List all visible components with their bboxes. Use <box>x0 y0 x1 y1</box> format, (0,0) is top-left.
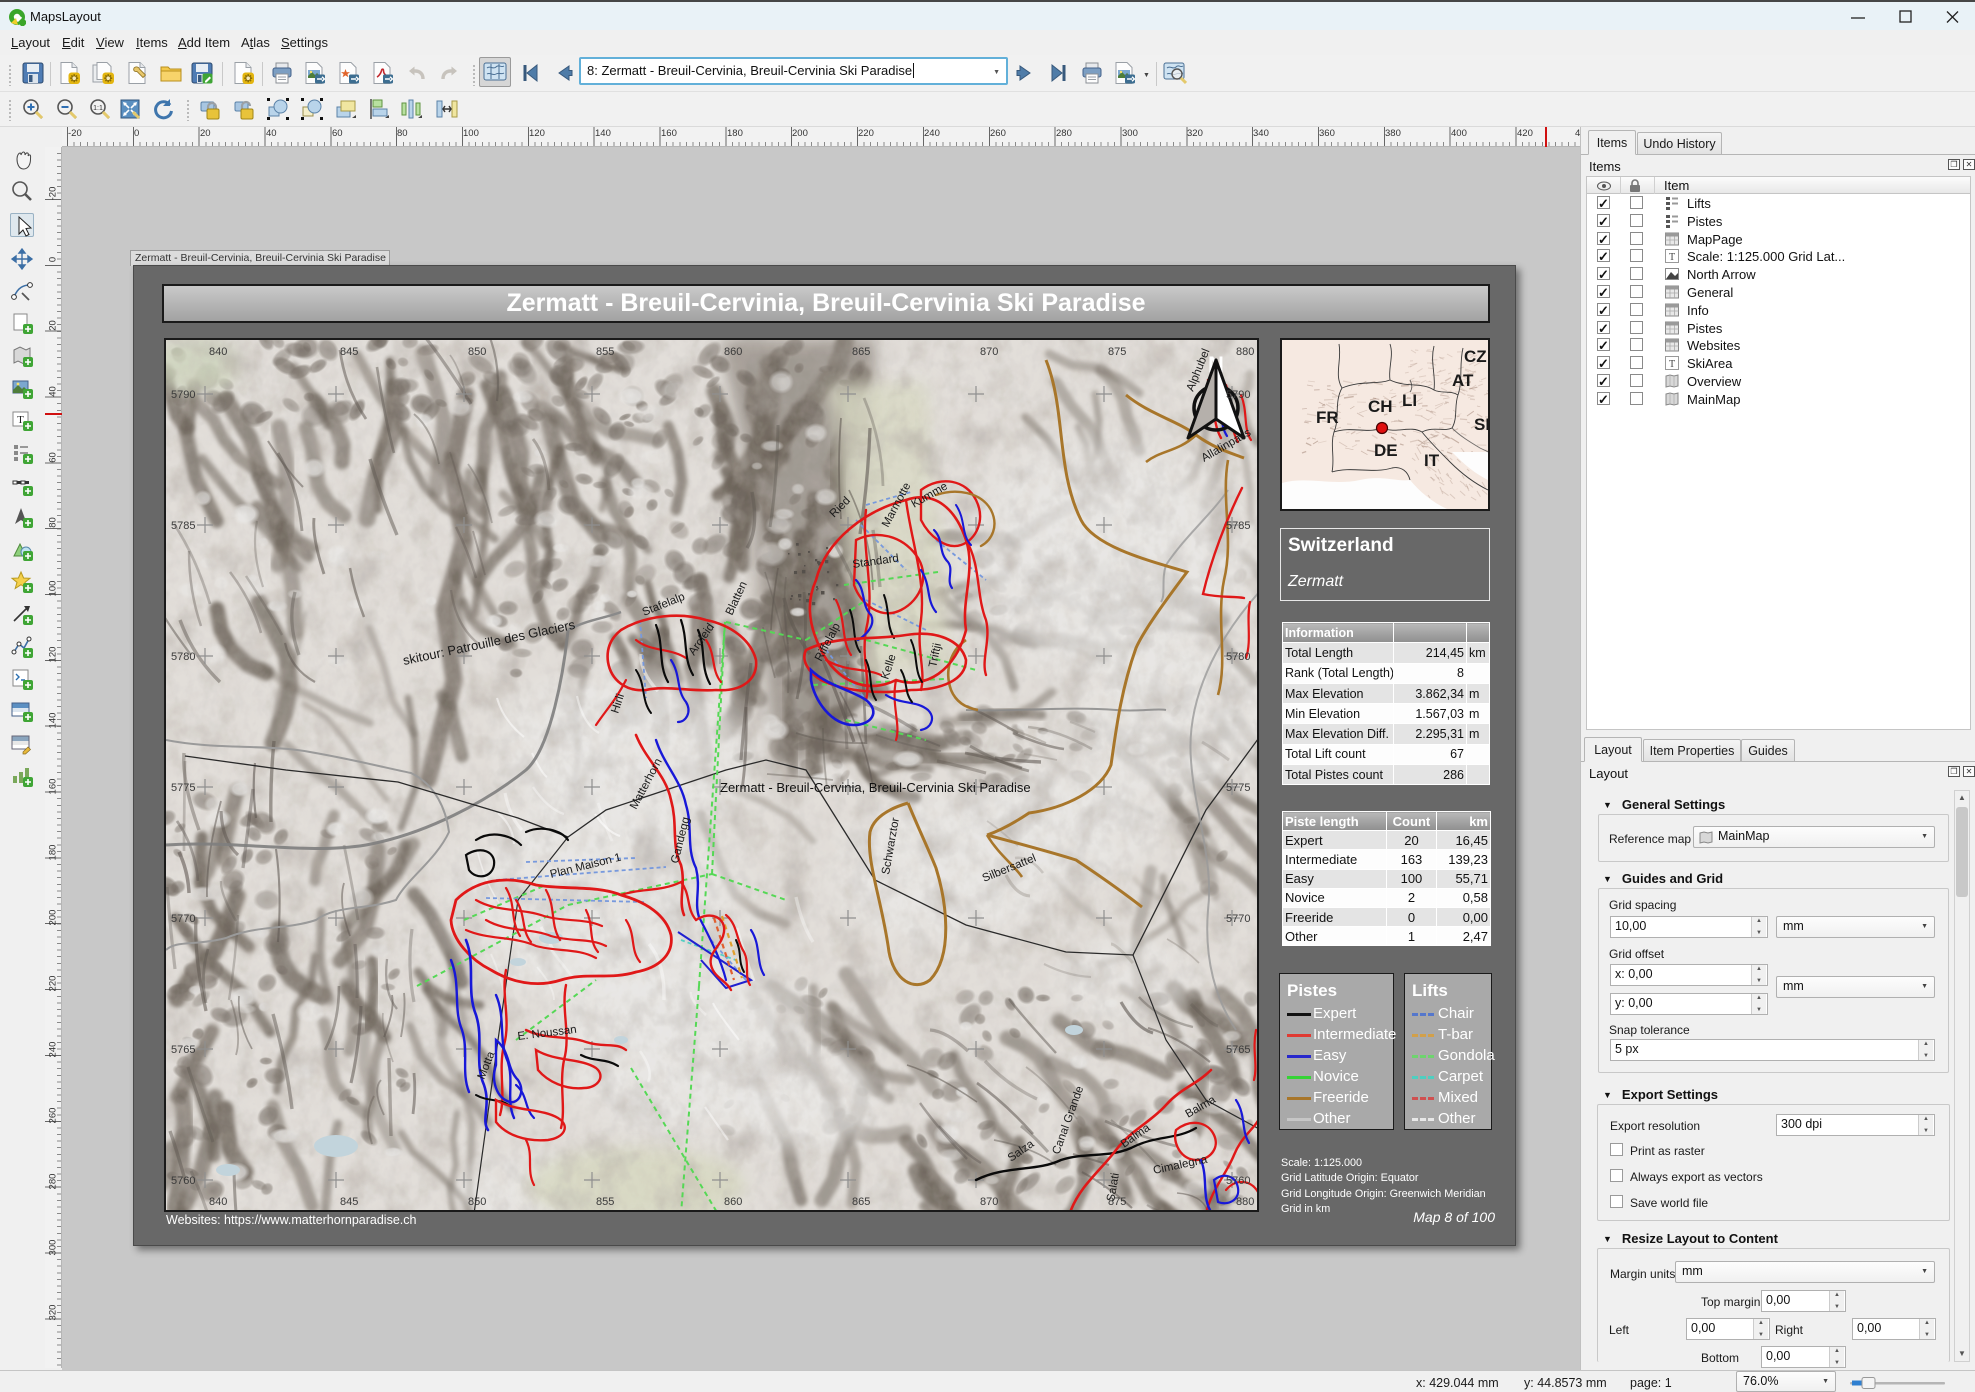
svg-text:5770: 5770 <box>1226 913 1250 925</box>
svg-text:870: 870 <box>980 1196 998 1208</box>
svg-text:5760: 5760 <box>171 1175 195 1187</box>
svg-text:860: 860 <box>724 1196 742 1208</box>
svg-text:5785: 5785 <box>1226 520 1250 532</box>
svg-text:5790: 5790 <box>1226 389 1250 401</box>
svg-text:LI: LI <box>1402 391 1417 410</box>
svg-text:Zermatt - Breuil-Cervinia, Bre: Zermatt - Breuil-Cervinia, Breuil-Cervin… <box>720 780 1031 795</box>
svg-text:IT: IT <box>1424 451 1440 470</box>
svg-text:5790: 5790 <box>171 389 195 401</box>
svg-text:880: 880 <box>1236 346 1254 358</box>
svg-text:845: 845 <box>340 346 358 358</box>
svg-text:T: T <box>1669 252 1675 263</box>
svg-text:855: 855 <box>596 1196 614 1208</box>
svg-text:5780: 5780 <box>1226 651 1250 663</box>
svg-text:AT: AT <box>1452 371 1474 390</box>
svg-text:5765: 5765 <box>1226 1044 1250 1056</box>
svg-text:880: 880 <box>1236 1196 1254 1208</box>
svg-text:5765: 5765 <box>171 1044 195 1056</box>
svg-text:875: 875 <box>1108 346 1126 358</box>
svg-text:5775: 5775 <box>171 782 195 794</box>
svg-text:840: 840 <box>209 1196 227 1208</box>
svg-text:865: 865 <box>852 1196 870 1208</box>
svg-text:5775: 5775 <box>1226 782 1250 794</box>
svg-text:850: 850 <box>468 1196 486 1208</box>
svg-text:FR: FR <box>1316 408 1339 427</box>
svg-text:T: T <box>1669 359 1675 370</box>
svg-text:5780: 5780 <box>171 651 195 663</box>
svg-text:860: 860 <box>724 346 742 358</box>
svg-text:865: 865 <box>852 346 870 358</box>
svg-text:845: 845 <box>340 1196 358 1208</box>
svg-text:875: 875 <box>1108 1196 1126 1208</box>
svg-text:855: 855 <box>596 346 614 358</box>
svg-text:1:1: 1:1 <box>93 105 103 112</box>
svg-text:5770: 5770 <box>171 913 195 925</box>
svg-text:5760: 5760 <box>1226 1175 1250 1187</box>
svg-text:DE: DE <box>1374 441 1398 460</box>
svg-text:CH: CH <box>1368 397 1393 416</box>
svg-text:5785: 5785 <box>171 520 195 532</box>
svg-text:CZ: CZ <box>1464 347 1487 366</box>
svg-text:SI: SI <box>1474 415 1488 434</box>
svg-text:840: 840 <box>209 346 227 358</box>
svg-text:870: 870 <box>980 346 998 358</box>
svg-text:850: 850 <box>468 346 486 358</box>
